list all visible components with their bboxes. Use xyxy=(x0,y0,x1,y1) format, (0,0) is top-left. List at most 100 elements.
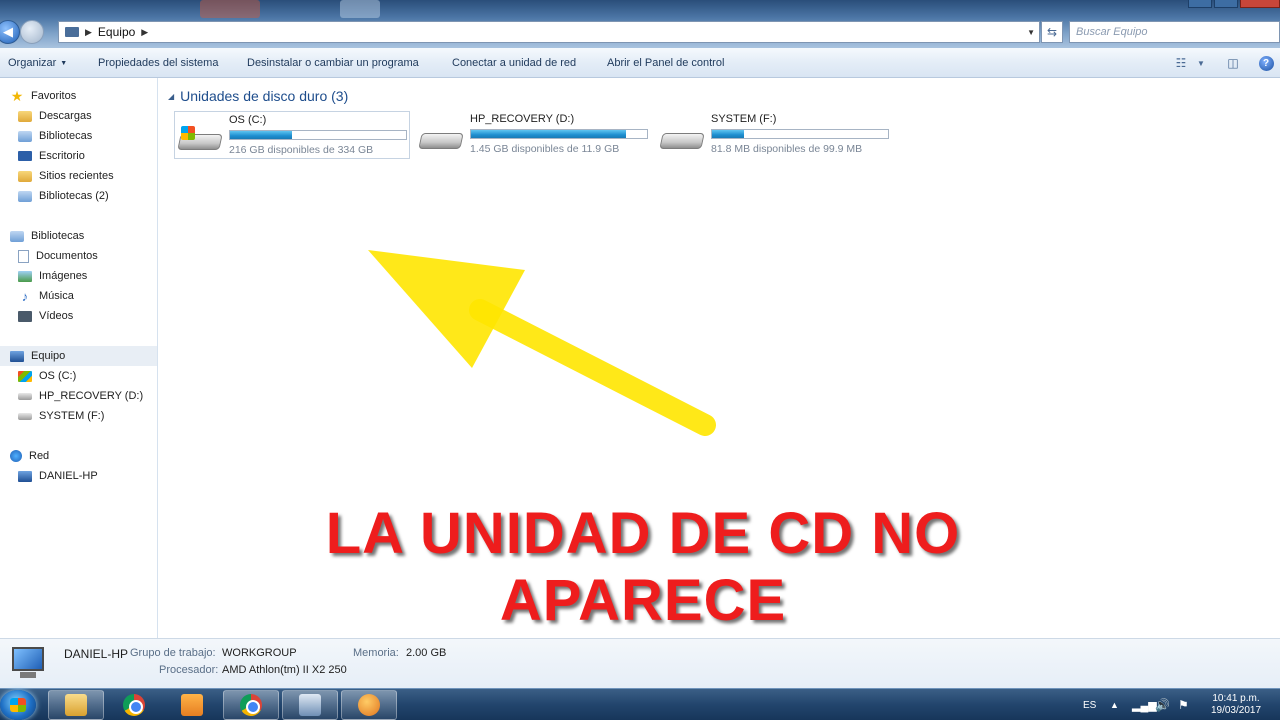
taskbar-app[interactable] xyxy=(341,690,397,720)
refresh-icon: ⇆ xyxy=(1046,25,1058,39)
arrow-shaft xyxy=(469,299,716,436)
help-icon: ? xyxy=(1258,55,1274,71)
libraries-icon xyxy=(18,190,32,202)
nav-label: SYSTEM (F:) xyxy=(39,410,105,422)
nav-item-videos[interactable]: Vídeos xyxy=(0,306,157,326)
network-signal-icon[interactable]: ▂▄▆ xyxy=(1132,689,1157,720)
address-bar[interactable]: ▶ Equipo ▶ ▼ xyxy=(58,21,1040,43)
minimize-button[interactable] xyxy=(1188,0,1212,8)
yellow-arrow-annotation xyxy=(368,250,716,436)
start-button[interactable] xyxy=(0,690,36,720)
view-options-icon[interactable]: ☷ xyxy=(1172,55,1190,71)
map-network-drive-button[interactable]: Conectar a unidad de red xyxy=(452,48,576,78)
taskbar-chrome[interactable] xyxy=(106,690,162,720)
group-header-hard-drives[interactable]: ◢ Unidades de disco duro (3) xyxy=(168,86,348,106)
uninstall-program-button[interactable]: Desinstalar o cambiar un programa xyxy=(247,48,419,78)
drive-usage-bar xyxy=(470,129,648,139)
drive-os-c[interactable]: OS (C:) 216 GB disponibles de 334 GB xyxy=(174,111,410,159)
annotation-caption: LA UNIDAD DE CD NO APARECE xyxy=(325,501,961,633)
nav-label: Vídeos xyxy=(39,310,74,322)
organize-button[interactable]: Organizar ▼ xyxy=(8,48,67,78)
nav-item-os-c[interactable]: OS (C:) xyxy=(0,366,157,386)
nav-item-musica[interactable]: ♪ Música xyxy=(0,286,157,306)
nav-network[interactable]: Red xyxy=(0,446,157,466)
nav-libraries[interactable]: Bibliotecas xyxy=(0,226,157,246)
nav-label: Bibliotecas (2) xyxy=(39,190,109,202)
drive-usage-fill xyxy=(230,131,292,139)
breadcrumb-equipo[interactable]: Equipo xyxy=(98,25,135,39)
documents-icon xyxy=(18,249,29,263)
nav-item-daniel-hp[interactable]: DANIEL-HP xyxy=(0,466,157,486)
taskbar-chrome-2[interactable] xyxy=(223,690,279,720)
close-button[interactable] xyxy=(1240,0,1280,8)
nav-item-descargas[interactable]: Descargas xyxy=(0,106,157,126)
preview-pane-icon[interactable]: ◫ xyxy=(1224,55,1242,71)
search-input[interactable]: Buscar Equipo xyxy=(1069,21,1280,43)
taskbar-media-player[interactable] xyxy=(164,690,220,720)
show-hidden-icons-icon[interactable]: ▲ xyxy=(1110,689,1119,720)
nav-computer[interactable]: Equipo xyxy=(0,346,157,366)
nav-label: DANIEL-HP xyxy=(39,470,98,482)
nav-label: Equipo xyxy=(31,350,66,362)
drive-system-f[interactable]: SYSTEM (F:) 81.8 MB disponibles de 99.9 … xyxy=(657,111,893,159)
chrome-icon xyxy=(123,694,145,716)
nav-item-bibliotecas[interactable]: Bibliotecas xyxy=(0,126,157,146)
back-button[interactable]: ◀ xyxy=(0,20,20,44)
drive-usage-bar xyxy=(229,130,407,140)
chevron-right-icon[interactable]: ▶ xyxy=(141,27,148,38)
nav-label: Documentos xyxy=(36,250,98,262)
computer-icon xyxy=(65,27,79,37)
taskbar-explorer[interactable] xyxy=(48,690,104,720)
computer-name: DANIEL-HP xyxy=(64,647,129,661)
clock-time: 10:41 p.m. xyxy=(1212,693,1260,704)
group-title: Unidades de disco duro (3) xyxy=(180,88,349,104)
forward-button[interactable] xyxy=(20,20,44,44)
background-blur xyxy=(200,0,260,18)
nav-item-hp-recovery[interactable]: HP_RECOVERY (D:) xyxy=(0,386,157,406)
nav-label: Descargas xyxy=(39,110,92,122)
chevron-right-icon[interactable]: ▶ xyxy=(85,27,92,38)
memory-label: Memoria: xyxy=(353,647,399,659)
computer-icon xyxy=(8,647,48,681)
drive-hp-recovery-d[interactable]: HP_RECOVERY (D:) 1.45 GB disponibles de … xyxy=(416,111,652,159)
drive-icon xyxy=(659,127,705,151)
background-blur xyxy=(340,0,380,18)
chevron-down-icon[interactable]: ▼ xyxy=(1027,28,1035,37)
workgroup-value: WORKGROUP xyxy=(222,647,297,659)
nav-label: Sitios recientes xyxy=(39,170,114,182)
system-clock[interactable]: 10:41 p.m. 19/03/2017 xyxy=(1200,693,1272,717)
command-bar: Organizar ▼ Propiedades del sistema Desin… xyxy=(0,48,1280,78)
system-properties-button[interactable]: Propiedades del sistema xyxy=(98,48,218,78)
recent-places-icon xyxy=(18,170,32,182)
open-control-panel-button[interactable]: Abrir el Panel de control xyxy=(607,48,724,78)
nav-item-escritorio[interactable]: Escritorio xyxy=(0,146,157,166)
libraries-icon xyxy=(10,230,24,242)
os-drive-icon xyxy=(177,126,223,152)
refresh-button[interactable]: ⇆ xyxy=(1041,21,1063,43)
drive-icon xyxy=(418,127,464,151)
nav-label: Red xyxy=(29,450,50,462)
chevron-down-icon: ▼ xyxy=(60,59,68,67)
music-icon: ♪ xyxy=(21,288,29,304)
nav-label: Bibliotecas xyxy=(31,230,85,242)
help-button[interactable]: ? xyxy=(1257,55,1275,71)
action-center-flag-icon[interactable]: ⚑ xyxy=(1178,689,1189,720)
chevron-down-icon[interactable]: ▼ xyxy=(1192,55,1210,71)
nav-label: Escritorio xyxy=(39,150,85,162)
drive-name: HP_RECOVERY (D:) xyxy=(470,113,575,125)
taskbar-control-panel[interactable] xyxy=(282,690,338,720)
nav-item-sitios-recientes[interactable]: Sitios recientes xyxy=(0,166,157,186)
nav-item-imagenes[interactable]: Imágenes xyxy=(0,266,157,286)
language-indicator[interactable]: ES xyxy=(1083,689,1096,720)
maximize-button[interactable] xyxy=(1214,0,1238,8)
computer-icon xyxy=(10,350,24,362)
nav-favorites[interactable]: ★ Favoritos xyxy=(0,86,157,106)
chrome-icon xyxy=(240,694,262,716)
volume-icon[interactable]: 🔊 xyxy=(1155,689,1170,720)
nav-item-bibliotecas-2[interactable]: Bibliotecas (2) xyxy=(0,186,157,206)
computer-icon xyxy=(18,470,32,482)
nav-item-system-f[interactable]: SYSTEM (F:) xyxy=(0,406,157,426)
collapse-triangle-icon[interactable]: ◢ xyxy=(168,92,174,101)
drive-free-space: 81.8 MB disponibles de 99.9 MB xyxy=(711,143,863,155)
nav-item-documentos[interactable]: Documentos xyxy=(0,246,157,266)
